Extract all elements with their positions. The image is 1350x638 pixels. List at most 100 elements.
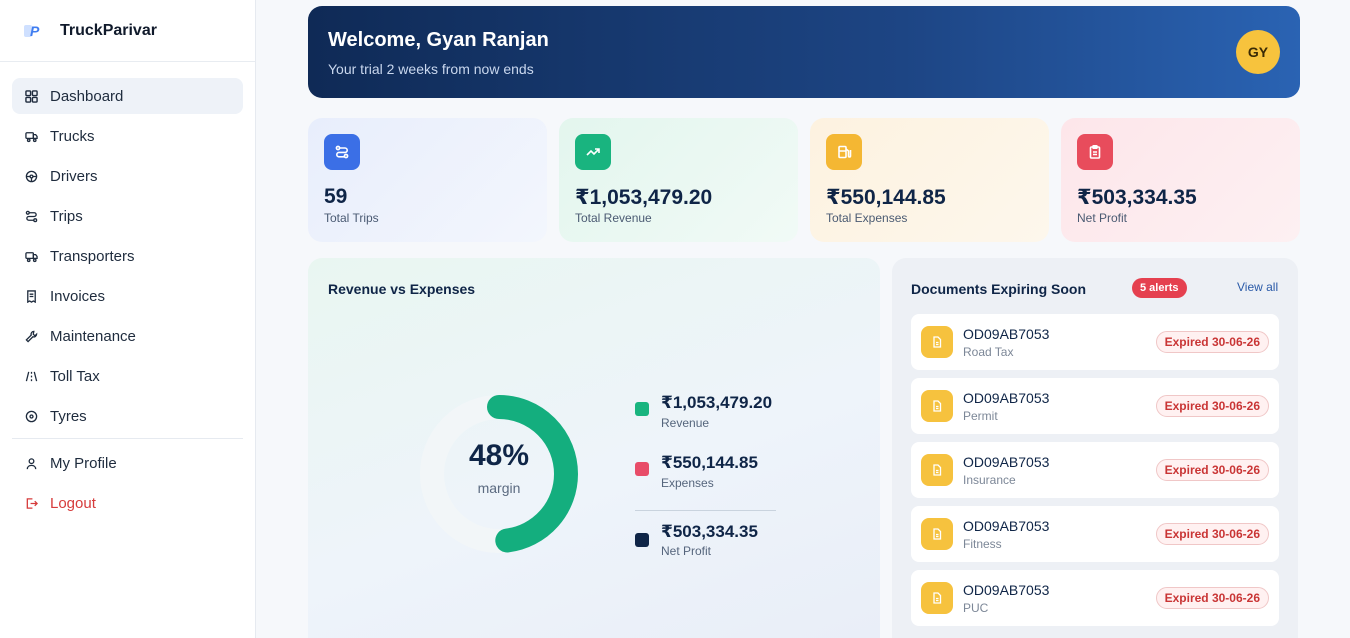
vehicle-number: OD09AB7053 bbox=[963, 518, 1050, 534]
sidebar-item-my-profile[interactable]: My Profile bbox=[12, 445, 243, 481]
sidebar-item-label: Transporters bbox=[50, 247, 135, 265]
tyre-icon bbox=[24, 409, 38, 423]
stat-value: ₹503,334.35 bbox=[1077, 186, 1197, 209]
legend-label: Revenue bbox=[661, 416, 710, 430]
sidebar-item-label: Invoices bbox=[50, 287, 106, 305]
sidebar-item-label: Toll Tax bbox=[50, 367, 100, 385]
stat-card-net-profit: ₹503,334.35 Net Profit bbox=[1061, 118, 1300, 242]
route-icon bbox=[324, 134, 360, 170]
document-row[interactable]: OD09AB7053 Fitness Expired 30-06-26 bbox=[911, 506, 1279, 562]
view-all-link[interactable]: View all bbox=[1237, 280, 1278, 294]
sidebar-item-invoices[interactable]: Invoices bbox=[12, 278, 243, 314]
route-icon bbox=[24, 209, 38, 223]
steering-wheel-icon bbox=[24, 169, 38, 183]
document-type: Permit bbox=[963, 409, 998, 423]
trending-up-icon bbox=[575, 134, 611, 170]
vehicle-number: OD09AB7053 bbox=[963, 582, 1050, 598]
legend-value: ₹1,053,479.20 bbox=[661, 393, 773, 412]
truckparivar-logo: P bbox=[24, 22, 46, 40]
document-row[interactable]: OD09AB7053 Permit Expired 30-06-26 bbox=[911, 378, 1279, 434]
document-row[interactable]: OD09AB7053 Road Tax Expired 30-06-26 bbox=[911, 314, 1279, 370]
stat-card-total-trips: 59 Total Trips bbox=[308, 118, 547, 242]
legend-label: Net Profit bbox=[661, 544, 712, 558]
brand-name: TruckParivar bbox=[60, 21, 157, 39]
document-type: Fitness bbox=[963, 537, 1002, 551]
margin-percentage: 48% bbox=[468, 439, 530, 472]
document-icon bbox=[921, 582, 953, 614]
revenue-vs-expenses-card: Revenue vs Expenses 48% margin ₹1,053,47… bbox=[308, 258, 880, 638]
expiry-status-badge: Expired 30-06-26 bbox=[1155, 587, 1269, 609]
expiry-status-badge: Expired 30-06-26 bbox=[1155, 331, 1269, 353]
document-icon bbox=[921, 390, 953, 422]
legend-swatch bbox=[635, 462, 649, 476]
document-row[interactable]: OD09AB7053 Insurance Expired 30-06-26 bbox=[911, 442, 1279, 498]
welcome-banner: Welcome, Gyan Ranjan Your trial 2 weeks … bbox=[308, 6, 1300, 98]
card-title: Revenue vs Expenses bbox=[328, 281, 476, 297]
expiry-status-badge: Expired 30-06-26 bbox=[1155, 523, 1269, 545]
stat-label: Total Trips bbox=[324, 211, 379, 225]
sidebar-item-label: My Profile bbox=[50, 454, 117, 472]
margin-donut bbox=[420, 395, 578, 553]
user-icon bbox=[24, 456, 38, 470]
sidebar-item-toll-tax[interactable]: Toll Tax bbox=[12, 358, 243, 394]
logout-icon bbox=[24, 496, 38, 510]
sidebar-item-dashboard[interactable]: Dashboard bbox=[12, 78, 243, 114]
brand[interactable]: P TruckParivar bbox=[0, 0, 255, 62]
truck-icon bbox=[24, 129, 38, 143]
legend-label: Expenses bbox=[661, 476, 714, 490]
sidebar-item-label: Trips bbox=[50, 207, 83, 225]
margin-label: margin bbox=[477, 480, 521, 496]
sidebar-item-label: Drivers bbox=[50, 167, 98, 185]
sidebar-item-trucks[interactable]: Trucks bbox=[12, 118, 243, 154]
stat-value: 59 bbox=[324, 185, 348, 208]
wrench-icon bbox=[24, 329, 38, 343]
expiry-status-badge: Expired 30-06-26 bbox=[1155, 459, 1269, 481]
sidebar-item-tyres[interactable]: Tyres bbox=[12, 398, 243, 434]
receipt-icon bbox=[24, 289, 38, 303]
document-icon bbox=[921, 454, 953, 486]
grid-icon bbox=[24, 89, 38, 103]
document-type: Road Tax bbox=[963, 345, 1014, 359]
document-icon bbox=[921, 326, 953, 358]
sidebar-item-label: Tyres bbox=[50, 407, 87, 425]
sidebar-item-transporters[interactable]: Transporters bbox=[12, 238, 243, 274]
trial-notice: Your trial 2 weeks from now ends bbox=[328, 61, 534, 77]
stat-card-total-expenses: ₹550,144.85 Total Expenses bbox=[810, 118, 1049, 242]
sidebar-item-trips[interactable]: Trips bbox=[12, 198, 243, 234]
road-icon bbox=[24, 369, 38, 383]
stat-label: Total Revenue bbox=[575, 211, 652, 225]
welcome-title: Welcome, Gyan Ranjan bbox=[328, 29, 549, 51]
document-icon bbox=[921, 518, 953, 550]
sidebar-item-drivers[interactable]: Drivers bbox=[12, 158, 243, 194]
alerts-badge: 5 alerts bbox=[1132, 278, 1187, 298]
vehicle-number: OD09AB7053 bbox=[963, 326, 1050, 342]
sidebar: P TruckParivar Dashboard Trucks Drivers bbox=[0, 0, 256, 638]
sidebar-item-label: Logout bbox=[50, 494, 96, 512]
card-title: Documents Expiring Soon bbox=[911, 281, 1087, 297]
document-row[interactable]: OD09AB7053 PUC Expired 30-06-26 bbox=[911, 570, 1279, 626]
stat-value: ₹550,144.85 bbox=[826, 186, 946, 209]
stat-value: ₹1,053,479.20 bbox=[575, 186, 713, 209]
vehicle-number: OD09AB7053 bbox=[963, 390, 1050, 406]
legend-swatch bbox=[635, 402, 649, 416]
sidebar-item-logout[interactable]: Logout bbox=[12, 485, 243, 521]
expiry-status-badge: Expired 30-06-26 bbox=[1155, 395, 1269, 417]
vehicle-number: OD09AB7053 bbox=[963, 454, 1050, 470]
avatar[interactable]: GY bbox=[1236, 30, 1280, 74]
sidebar-item-label: Maintenance bbox=[50, 327, 136, 345]
documents-expiring-card: Documents Expiring Soon 5 alerts View al… bbox=[892, 258, 1298, 638]
stat-card-total-revenue: ₹1,053,479.20 Total Revenue bbox=[559, 118, 798, 242]
legend-swatch bbox=[635, 533, 649, 547]
sidebar-item-label: Trucks bbox=[50, 127, 95, 145]
legend-value: ₹550,144.85 bbox=[661, 453, 758, 472]
legend-value: ₹503,334.35 bbox=[661, 522, 758, 541]
stat-label: Total Expenses bbox=[826, 211, 908, 225]
stat-label: Net Profit bbox=[1077, 211, 1128, 225]
document-type: Insurance bbox=[963, 473, 1016, 487]
sidebar-divider bbox=[12, 438, 243, 439]
truck-icon bbox=[24, 249, 38, 263]
sidebar-item-label: Dashboard bbox=[50, 87, 124, 105]
legend-divider bbox=[635, 510, 776, 511]
sidebar-item-maintenance[interactable]: Maintenance bbox=[12, 318, 243, 354]
document-type: PUC bbox=[963, 601, 989, 615]
